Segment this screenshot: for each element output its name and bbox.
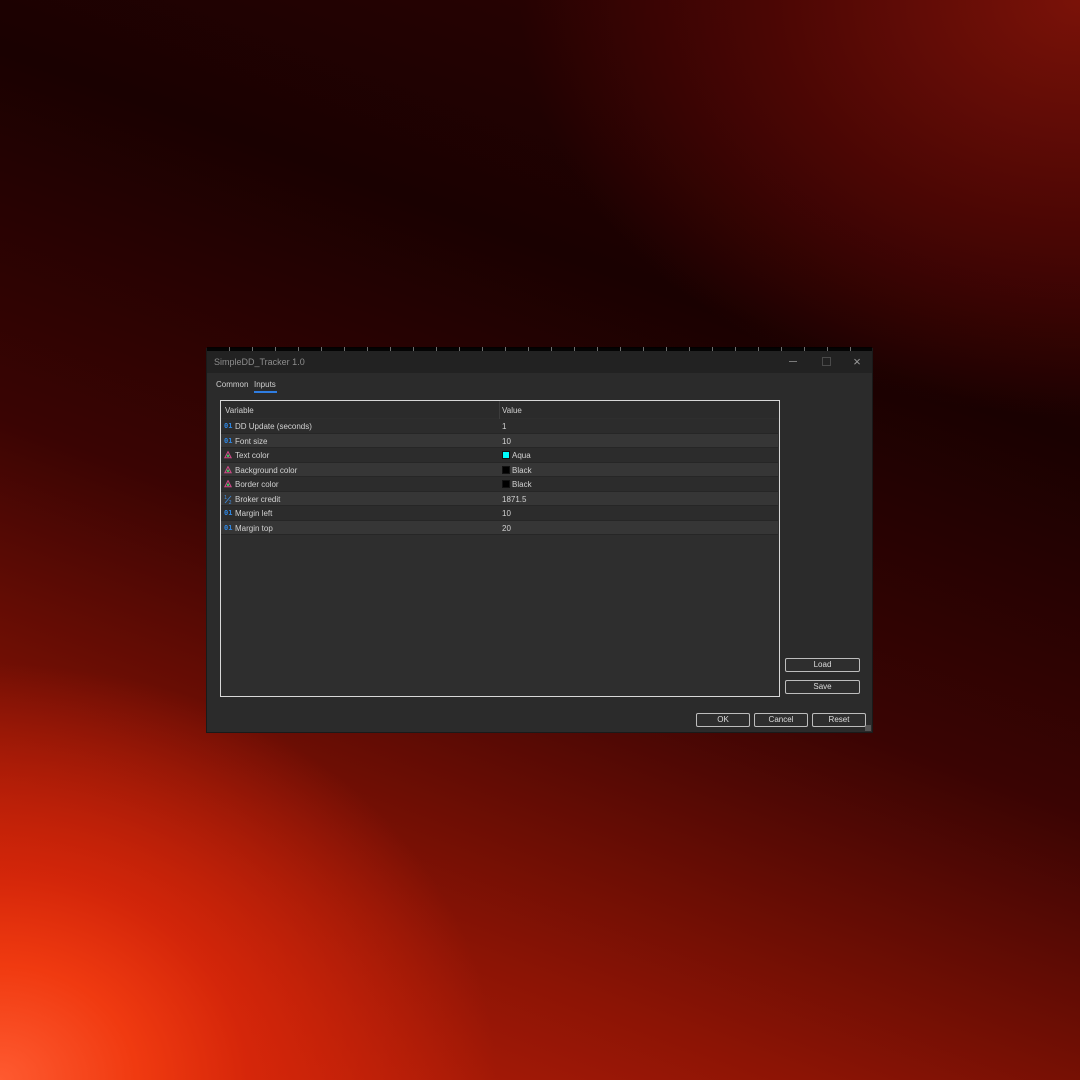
tab-common[interactable]: Common (216, 380, 248, 389)
variable-value[interactable]: 1871.5 (502, 495, 526, 504)
variable-name: Background color (235, 465, 298, 475)
ok-button[interactable]: OK (696, 713, 750, 727)
variable-value[interactable]: Black (502, 480, 532, 489)
svg-text:1: 1 (224, 495, 227, 501)
integer-icon: 01 (224, 422, 233, 430)
table-header: Variable Value (221, 401, 779, 418)
color-name: Aqua (512, 451, 531, 460)
variable-value[interactable]: Black (502, 465, 532, 475)
variable-name: Broker credit (235, 494, 281, 504)
table-row[interactable]: 1 2 Broker credit 1871.5 (221, 491, 778, 506)
color-name: Black (512, 465, 532, 475)
double-icon: 12 (224, 495, 234, 506)
window-title: SimpleDD_Tracker 1.0 (214, 357, 305, 367)
maximize-icon (821, 356, 831, 366)
variable-name: Border color (235, 480, 279, 489)
variable-value[interactable]: 1 (502, 422, 506, 431)
active-tab-indicator (254, 391, 277, 393)
table-row[interactable]: Background color Black (221, 462, 778, 477)
tab-inputs[interactable]: Inputs (254, 380, 276, 389)
reset-button[interactable]: Reset (812, 713, 866, 727)
table-row[interactable]: 01 Margin top 20 (221, 520, 778, 535)
table-row[interactable]: 01 DD Update (seconds) 1 (221, 419, 778, 434)
variable-name: DD Update (seconds) (235, 422, 312, 431)
table-body: 01 DD Update (seconds) 1 01 Font size 10 Text … (221, 419, 778, 535)
color-palette-icon (223, 465, 234, 475)
column-header-value[interactable]: Value (502, 406, 522, 415)
column-header-variable[interactable]: Variable (225, 406, 254, 415)
color-name: Black (512, 480, 532, 489)
maximize-button[interactable] (813, 353, 839, 371)
variable-value[interactable]: Aqua (502, 451, 531, 460)
color-palette-icon (223, 450, 234, 460)
minimize-button[interactable] (780, 353, 806, 371)
variable-name: Margin top (235, 523, 273, 533)
table-row[interactable]: Border color Black (221, 477, 778, 492)
color-swatch (502, 451, 510, 459)
close-icon: × (853, 354, 861, 369)
inputs-table[interactable]: Variable Value 01 DD Update (seconds) 1 01 F… (220, 400, 780, 697)
minimize-icon (789, 360, 797, 362)
color-palette-icon (223, 479, 234, 489)
variable-name: Font size (235, 436, 268, 446)
variable-value[interactable]: 10 (502, 509, 511, 518)
cancel-button[interactable]: Cancel (754, 713, 808, 727)
table-row[interactable]: Text color Aqua (221, 448, 778, 463)
integer-icon: 01 (224, 523, 233, 532)
save-button[interactable]: Save (785, 680, 860, 694)
inputs-dialog: SimpleDD_Tracker 1.0 × Common Inputs Var… (206, 347, 873, 733)
color-swatch (502, 465, 510, 474)
table-row[interactable]: 01 Margin left 10 (221, 506, 778, 521)
color-swatch (502, 480, 510, 488)
close-button[interactable]: × (844, 353, 870, 371)
variable-value[interactable]: 10 (502, 437, 511, 446)
title-bar[interactable]: SimpleDD_Tracker 1.0 × (207, 351, 872, 373)
variable-name: Margin left (235, 509, 273, 518)
variable-value[interactable]: 20 (502, 524, 511, 533)
integer-icon: 01 (224, 436, 233, 445)
variable-name: Text color (235, 451, 270, 460)
integer-icon: 01 (224, 509, 233, 517)
table-row[interactable]: 01 Font size 10 (221, 433, 778, 448)
svg-text:2: 2 (229, 499, 232, 503)
resize-grip-icon[interactable] (865, 725, 871, 731)
load-button[interactable]: Load (785, 658, 860, 672)
